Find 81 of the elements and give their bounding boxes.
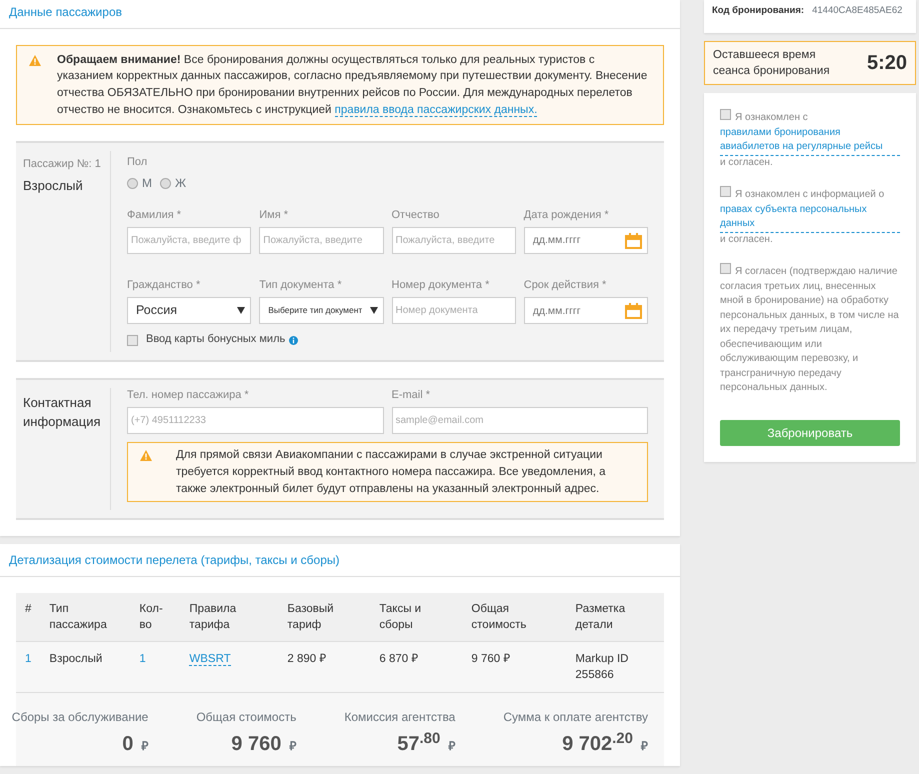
section-title: Детализация стоимости перелета (тарифы, таксы и сборы) xyxy=(0,544,680,578)
text-field[interactable]: Пожалуйста, введите xyxy=(392,227,516,254)
agreement-link[interactable]: правах субъекта персональных данных xyxy=(720,202,900,233)
total-value: 9 702$^{.20}$ xyxy=(562,730,633,758)
total-label: Комиссия агентства xyxy=(344,709,456,726)
info-icon[interactable] xyxy=(289,336,298,345)
warning-icon xyxy=(140,450,152,462)
text-field[interactable]: Номер документа xyxy=(392,297,516,324)
caret-icon xyxy=(370,307,378,314)
currency-sign: ₽ xyxy=(641,738,648,756)
field-label: Тел. номер пассажира * xyxy=(127,388,250,403)
select-field[interactable]: Россия xyxy=(127,297,252,324)
currency-sign: ₽ xyxy=(289,738,296,756)
field-label: Тип документа * xyxy=(259,278,343,294)
notice-text: Обращаем внимание! Все бронирования должны осуществляться только для реальных туристов с указанием корректных данных пассажиров, согласно предъявляемому при путешествии документу. Внесение отчества ОБЯЗАТЕЛЬНО при бронировании внутренних рейсов по России. Для международных перелетов отчество не вносится. Ознакомьтесь с инструкцией правила ввода пассажирских данных. xyxy=(57,52,648,118)
agreement-text: Я согласен (подтверждаю наличие согласия третьих лиц, внесенных мной в бронирование) на обработку персональных данных, в том числе на их передачу третьим лицам, обеспечивающим или обслуживающим перевозку, и трансграничную передачу персональных данных. xyxy=(720,263,900,396)
field-label: Гражданство * xyxy=(127,278,202,294)
date-field[interactable]: дд.мм.гггг xyxy=(524,227,648,254)
column-header: Таксы и сборы xyxy=(370,593,462,642)
timer-label: Оставшееся время сеанса бронирования xyxy=(713,48,831,80)
fare-rules-link[interactable]: WBSRT xyxy=(189,653,231,666)
text-field[interactable]: sample@email.com xyxy=(392,407,648,434)
select-field[interactable]: Выберите тип документ xyxy=(259,297,384,324)
caret-icon xyxy=(237,307,246,314)
table-cell: Взрослый xyxy=(49,653,102,666)
column-header: Правила тарифа xyxy=(180,593,278,642)
total-value: 0 xyxy=(122,732,134,758)
total-label: Общая стоимость xyxy=(196,709,296,726)
instructions-link[interactable]: правила ввода пассажирских данных. xyxy=(334,104,538,117)
table-cell: 2 890 ₽ xyxy=(287,653,326,666)
checkbox[interactable] xyxy=(720,109,731,120)
book-button[interactable]: Забронировать xyxy=(720,420,900,446)
section-title: Данные пассажиров xyxy=(0,0,680,29)
field-label: Имя * xyxy=(259,208,290,223)
checkbox[interactable] xyxy=(720,186,731,198)
table-cell: Markup ID 255866 xyxy=(575,653,628,682)
total-value: 57$^{.80}$ xyxy=(397,730,440,758)
column-header: Кол-во xyxy=(130,593,180,642)
checkbox[interactable] xyxy=(720,263,731,274)
table-cell: 9 760 ₽ xyxy=(471,653,510,666)
notice-text: Для прямой связи Авиакомпании с пассажирами в случае экстренной ситуации требуется корректный ввод контактного номера пассажира. Все уведомления, а также электронный билет будут отправлены на указанный электронный адрес. xyxy=(176,448,607,497)
contact-section-title: Контактная информация xyxy=(23,394,102,431)
total-label: Сумма к оплате агентству xyxy=(503,709,648,726)
currency-sign: ₽ xyxy=(448,738,456,756)
field-label: Срок действия * xyxy=(524,278,608,294)
passenger-type: Взрослый xyxy=(23,176,84,195)
field-label: Отчество xyxy=(392,208,440,223)
warning-icon xyxy=(29,54,41,66)
total-label: Сборы за обслуживание xyxy=(12,709,148,726)
checkbox[interactable] xyxy=(127,334,138,346)
gender-radio[interactable]: М xyxy=(127,174,152,192)
agreement-text: Я ознакомлен с информацией о правах субъекта персональных данных и согласен. xyxy=(720,186,900,248)
column-header: Общая стоимость xyxy=(462,593,566,642)
gender-label: Пол xyxy=(127,155,148,170)
text-field[interactable]: (+7) 4951112233 xyxy=(127,407,384,434)
agreement-link[interactable]: правилами бронирования авиабилетов на регулярные рейсы xyxy=(720,126,900,156)
calendar-icon[interactable] xyxy=(625,232,642,249)
calendar-icon[interactable] xyxy=(625,302,642,319)
booking-code-value: 41440CA8E485AE62 xyxy=(812,4,902,18)
field-label: Фамилия * xyxy=(127,208,182,223)
column-header: Разметка детали xyxy=(566,593,664,642)
field-label: E-mail * xyxy=(392,388,432,403)
total-value: 9 760 xyxy=(231,732,282,758)
text-field[interactable]: Пожалуйста, введите xyxy=(259,227,384,254)
table-cell: 6 870 ₽ xyxy=(379,653,418,666)
passenger-number: Пассажир №: 1 xyxy=(23,157,102,172)
field-label: Номер документа * xyxy=(392,278,490,294)
column-header: # xyxy=(16,593,40,642)
date-field[interactable]: дд.мм.гггг xyxy=(524,297,648,324)
currency-sign: ₽ xyxy=(141,738,148,756)
table-cell: 1 xyxy=(139,653,146,666)
column-header: Тип пассажира xyxy=(40,593,130,642)
column-header: Базовый тариф xyxy=(278,593,370,642)
timer-value: 5:20 xyxy=(866,51,907,76)
booking-code-label: Код бронирования: xyxy=(712,4,804,18)
field-label: Дата рождения * xyxy=(524,208,610,223)
checkbox-label: Ввод карты бонусных миль xyxy=(146,332,286,348)
gender-radio[interactable]: Ж xyxy=(160,174,186,192)
table-cell: 1 xyxy=(25,653,32,666)
text-field[interactable]: Пожалуйста, введите ф xyxy=(127,227,252,254)
agreement-text: Я ознакомлен с правилами бронирования авиабилетов на регулярные рейсы и согласен. xyxy=(720,109,900,170)
